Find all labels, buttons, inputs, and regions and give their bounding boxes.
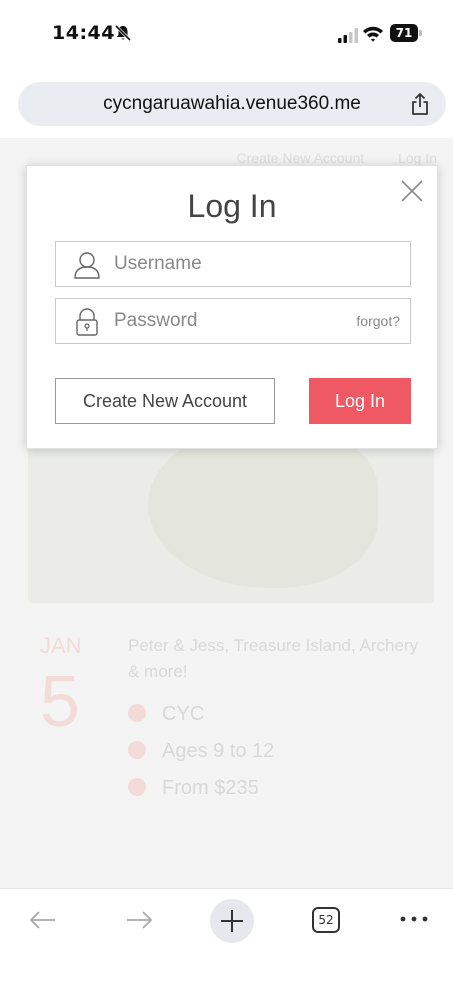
event-price-row: From $235 [128,777,259,800]
address-bar[interactable]: cycngaruawahia.venue360.me [18,82,446,126]
bell-slash-icon [114,24,132,42]
status-time: 14:44 [52,22,115,44]
location-pin-icon [128,704,146,722]
share-icon[interactable] [410,92,430,116]
wifi-icon [363,26,383,42]
create-account-button[interactable]: Create New Account [55,378,275,424]
username-field[interactable] [55,241,411,287]
event-venue: CYC [162,703,205,725]
forward-arrow-icon[interactable] [124,905,154,935]
new-tab-button[interactable] [210,899,254,943]
event-ages-row: Ages 9 to 12 [128,740,274,763]
price-tag-icon [128,778,146,796]
user-icon [74,252,100,279]
event-title: Peter & Jess, Treasure Island, Archery &… [128,636,419,681]
status-bar: 14:44 71 [0,0,453,62]
more-options-icon[interactable] [397,909,431,929]
event-month: JAN [40,633,82,658]
url-text[interactable]: cycngaruawahia.venue360.me [18,82,406,126]
modal-title: Log In [187,188,277,224]
password-field[interactable]: forgot? [55,298,411,344]
battery-indicator: 71 [390,24,422,42]
person-icon [128,741,146,759]
password-input[interactable] [114,299,324,343]
battery-level: 71 [390,24,418,42]
page-link-create-account: Create New Account [236,150,365,166]
tabs-count-button[interactable]: 52 [312,907,340,933]
login-modal: Log In forgot? Create New Account Log In [26,165,438,449]
event-day: 5 [40,662,81,742]
cellular-signal-icon [338,28,358,43]
plus-icon [221,910,243,932]
lock-icon [76,308,98,336]
battery-tip [419,30,422,36]
page-link-log-in: Log In [398,150,437,166]
login-button[interactable]: Log In [309,378,411,424]
event-card: JAN 5 Peter & Jess, Treasure Island, Arc… [0,603,453,883]
event-price: From $235 [162,777,259,799]
banner-island-shape [148,428,378,588]
event-ages: Ages 9 to 12 [162,740,275,762]
forgot-password-link[interactable]: forgot? [356,313,400,329]
username-input[interactable] [114,242,404,286]
page-top-links: Create New Account Log In [207,150,437,166]
browser-toolbar: 52 [0,888,453,982]
event-venue-row: CYC [128,703,204,726]
back-arrow-icon[interactable] [28,905,58,935]
